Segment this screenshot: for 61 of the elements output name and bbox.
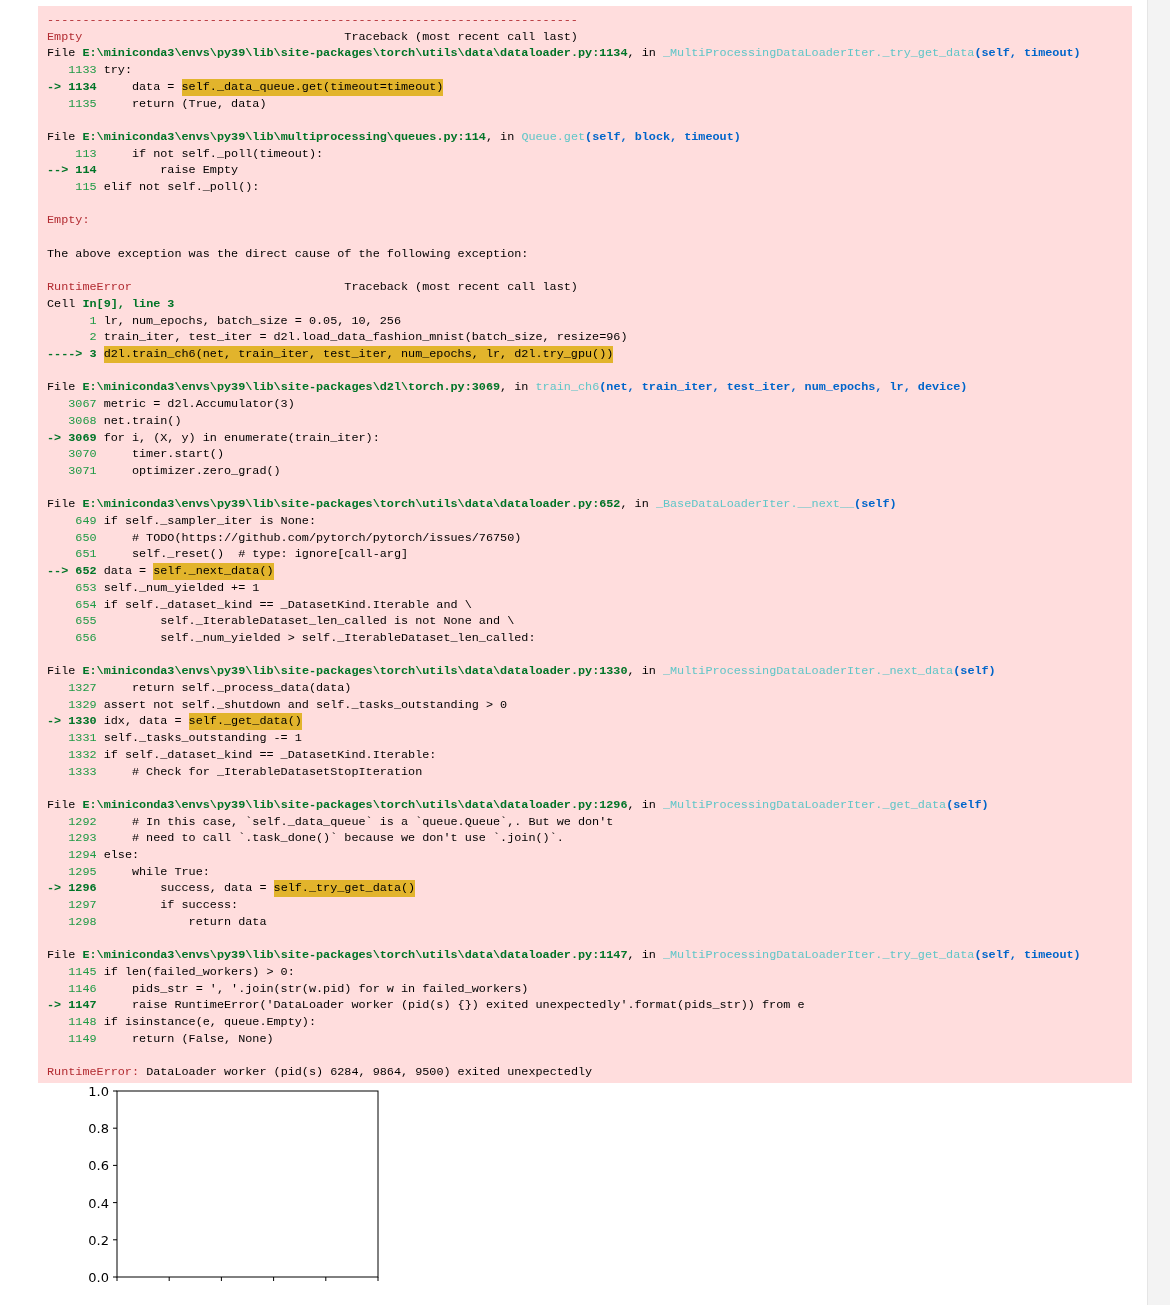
code-line: 1329 assert not self._shutdown and self._tasks_outstanding > 0 [67,696,509,714]
code-line: 1297 if success: [67,897,240,914]
frame-header: File E:\miniconda3\envs\py39\lib\site-packages\torch\utils\data\dataloader.py:1296, in _MultiProcessingDataLoaderIter._get_data(self) [47,796,990,814]
code-line: -> 1147 raise RuntimeError('DataLoader worker (pid(s) {}) exited unexpectedly'.format(pids_str)) from e [47,997,806,1015]
code-line: ----> 3 d2l.train_ch6(net, train_iter, test_iter, num_epochs, lr, d2l.try_gpu()) [47,346,615,363]
code-line: -> 3069 for i, (X, y) in enumerate(train_iter): [47,429,381,447]
traceback-header: RuntimeError Traceback (most recent call last) [47,279,578,296]
code-line: 1327 return self._process_data(data) [67,680,353,697]
code-line: 115 elif not self._poll(): [74,179,261,196]
code-line: 3067 metric = d2l.Accumulator(3) [67,396,296,413]
code-line: 1298 return data [67,913,268,931]
code-line: 1332 if self._dataset_kind == _DatasetKind.Iterable: [67,746,438,764]
code-line: 3071 optimizer.zero_grad() [67,462,282,480]
code-line: 1295 while True: [67,863,211,881]
code-line: -> 1134 data = self._data_queue.get(timeout=timeout) [47,78,445,96]
axis-tick-label: 0.6 [88,1158,109,1174]
code-line: 1293 # need to call `.task_done()` because we don't use `.join()`. [67,830,565,848]
scrollbar[interactable] [1147,0,1170,1305]
axis-tick-label: 0.8 [88,1121,109,1137]
error-message: RuntimeError: DataLoader worker (pid(s) 6284, 9864, 9500) exited unexpectedly [47,1064,594,1081]
separator-line: --------------------------------------------------------------------------- [47,12,579,29]
axis-tick-label: 0.0 [88,1269,109,1283]
exception-message: The above exception was the direct cause of the following exception: [47,245,530,263]
code-line: --> 652 data = self._next_data() [47,563,275,580]
frame-header: File E:\miniconda3\envs\py39\lib\site-packages\torch\utils\data\dataloader.py:652, in _BaseDataLoaderIter.__next__(self) [47,496,898,513]
code-line: 3068 net.train() [67,412,183,430]
code-line: 1294 else: [67,847,141,864]
frame-header: File E:\miniconda3\envs\py39\lib\site-packages\torch\utils\data\dataloader.py:1330, in _MultiProcessingDataLoaderIter._next_data(self) [47,663,997,680]
code-line: 650 # TODO(https://github.com/pytorch/pytorch/issues/76750) [74,529,523,547]
axis-tick-label: 0.4 [88,1195,109,1211]
code-line: 3070 timer.start() [67,446,225,463]
code-line: 113 if not self._poll(timeout): [74,145,325,163]
code-line: 1292 # In this case, `self._data_queue` is a `queue.Queue`,. But we don't [67,813,615,831]
code-line: 649 if self._sampler_iter is None: [74,513,318,530]
code-line: 1 lr, num_epochs, batch_size = 0.05, 10, 256 [88,312,402,330]
code-line: 1148 if isinstance(e, queue.Empty): [67,1014,318,1031]
traceback-header: Empty Traceback (most recent call last) [47,28,578,46]
code-line: 1145 if len(failed_workers) > 0: [67,963,296,981]
code-line: 1331 self._tasks_outstanding -= 1 [67,730,303,747]
axis-tick-label: 0.2 [88,1232,109,1248]
code-line: 654 if self._dataset_kind == _DatasetKind.Iterable and \ [74,596,473,614]
code-line: 2 train_iter, test_iter = d2l.load_data_fashion_mnist(batch_size, resize=96) [88,329,629,346]
frame-header: File E:\miniconda3\envs\py39\lib\site-packages\torch\utils\data\dataloader.py:1134, in _MultiProcessingDataLoaderIter._try_get_data(self, timeout) [47,45,1082,63]
frame-header: File E:\miniconda3\envs\py39\lib\multiprocessing\queues.py:114, in Queue.get(self, block, timeout) [47,128,742,146]
code-line: 656 self._num_yielded > self._IterableDataset_len_called: [74,629,537,647]
code-line: -> 1330 idx, data = self._get_data() [47,713,303,731]
code-line: 655 self._IterableDataset_len_called is not None and \ [74,613,516,630]
code-line: 651 self._reset() # type: ignore[call-arg] [74,546,410,564]
code-line: 1133 try: [67,62,133,79]
code-line: -> 1296 success, data = self._try_get_data() [47,880,417,898]
frame-header: Cell In[9], line 3 [47,295,176,313]
frame-header: File E:\miniconda3\envs\py39\lib\site-packages\d2l\torch.py:3069, in train_ch6(net, train_iter, test_iter, num_epochs, lr, device) [47,379,969,397]
code-line: 1146 pids_str = ', '.join(str(w.pid) for w in failed_workers) [67,980,530,998]
code-line: 1135 return (True, data) [67,95,268,113]
error-message: Empty: [47,212,91,230]
code-line: 1149 return (False, None) [67,1030,275,1048]
code-line: 1333 # Check for _IterableDatasetStopIteration [67,763,424,781]
code-line: 653 self._num_yielded += 1 [74,579,261,597]
axis-tick-label: 1.0 [88,1083,109,1099]
code-line: --> 114 raise Empty [47,162,240,179]
frame-header: File E:\miniconda3\envs\py39\lib\site-packages\torch\utils\data\dataloader.py:1147, in _MultiProcessingDataLoaderIter._try_get_data(self, timeout) [47,947,1082,964]
